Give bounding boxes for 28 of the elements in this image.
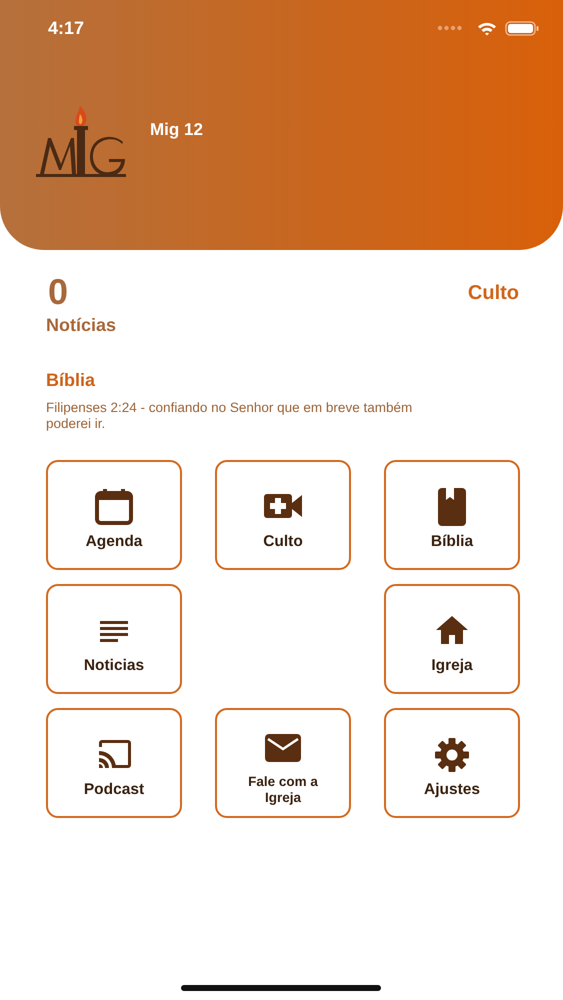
tile-label: Culto <box>263 533 303 551</box>
app-title: Mig 12 <box>150 120 203 140</box>
tile-label: Ajustes <box>424 781 480 799</box>
tile-label: Bíblia <box>430 533 474 551</box>
battery-icon <box>505 20 539 36</box>
tile-label: Fale com a Igreja <box>247 774 319 806</box>
menu-tile[interactable]: Culto <box>215 460 351 570</box>
tile-label: Igreja <box>431 657 473 675</box>
tile-label: Agenda <box>86 533 142 551</box>
status-time: 4:17 <box>48 18 84 38</box>
news-count: 0 <box>48 272 70 312</box>
news-label: Notícias <box>46 315 116 336</box>
tile-label: Noticias <box>84 657 144 675</box>
calendar-icon <box>94 487 134 527</box>
menu-tile[interactable]: Igreja <box>384 584 520 694</box>
menu-tile[interactable]: Noticias <box>46 584 182 694</box>
menu-tile[interactable]: Bíblia <box>384 460 520 570</box>
verse-text: Filipenses 2:24 - confiando no Senhor que em breve também poderei ir. <box>46 400 414 432</box>
menu-tile[interactable]: Ajustes <box>384 708 520 818</box>
settings-icon <box>432 735 472 775</box>
menu-tile[interactable]: Agenda <box>46 460 182 570</box>
menu-tile[interactable]: Fale com a Igreja <box>215 708 351 818</box>
tile-label: Podcast <box>84 781 144 799</box>
wifi-icon <box>477 20 497 36</box>
signal-icon <box>437 25 463 31</box>
menu-tile[interactable]: Podcast <box>46 708 182 818</box>
verse-heading: Bíblia <box>46 370 96 391</box>
culto-link[interactable]: Culto <box>468 282 519 336</box>
